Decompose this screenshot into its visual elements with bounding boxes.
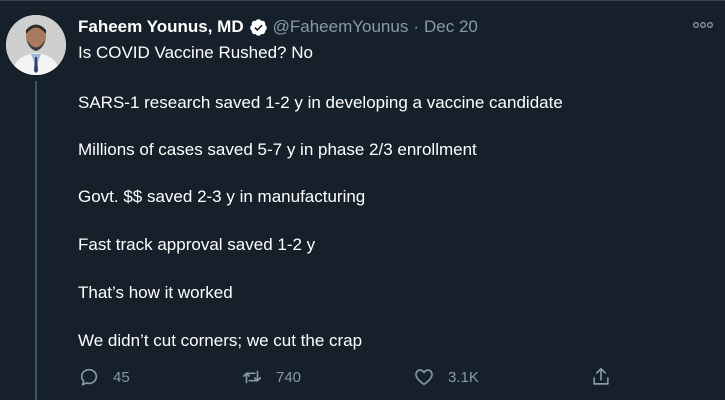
tweet-line: Is COVID Vaccine Rushed? No bbox=[78, 43, 313, 62]
retweet-icon bbox=[242, 370, 262, 384]
thread-line bbox=[35, 81, 37, 400]
tweet-line: We didn’t cut corners; we cut the crap bbox=[78, 331, 363, 350]
verified-badge-icon bbox=[249, 18, 268, 37]
retweet-button[interactable]: 740 bbox=[241, 366, 301, 388]
tweet-header: Faheem Younus, MD @FaheemYounus · Dec 20 bbox=[78, 15, 478, 39]
author-avatar[interactable] bbox=[6, 15, 66, 75]
reply-icon bbox=[80, 368, 98, 386]
header-separator: · bbox=[413, 17, 420, 36]
share-button[interactable] bbox=[590, 366, 612, 388]
reply-button[interactable]: 45 bbox=[78, 366, 130, 388]
like-count: 3.1K bbox=[448, 368, 479, 386]
tweet-line: Govt. $$ saved 2-3 y in manufacturing bbox=[78, 187, 366, 206]
more-options-icon[interactable] bbox=[691, 15, 715, 35]
share-icon bbox=[593, 367, 609, 385]
retweet-count: 740 bbox=[276, 368, 302, 386]
tweet-line: Millions of cases saved 5-7 y in phase 2… bbox=[78, 140, 477, 159]
author-handle[interactable]: @FaheemYounus bbox=[273, 17, 409, 37]
tweet-line: Fast track approval saved 1-2 y bbox=[78, 235, 316, 254]
like-button[interactable]: 3.1K bbox=[413, 366, 479, 388]
avatar-photo bbox=[6, 15, 66, 75]
author-name[interactable]: Faheem Younus, MD bbox=[78, 17, 244, 37]
reply-count: 45 bbox=[113, 368, 130, 386]
tweet-date[interactable]: Dec 20 bbox=[424, 17, 478, 37]
tweet-line: SARS-1 research saved 1-2 y in developin… bbox=[78, 93, 563, 112]
tweet-actions: 45 740 3.1K bbox=[78, 366, 618, 388]
heart-icon bbox=[415, 369, 433, 386]
tweet-card[interactable]: Faheem Younus, MD @FaheemYounus · Dec 20… bbox=[0, 0, 725, 400]
tweet-line: That’s how it worked bbox=[78, 283, 233, 302]
